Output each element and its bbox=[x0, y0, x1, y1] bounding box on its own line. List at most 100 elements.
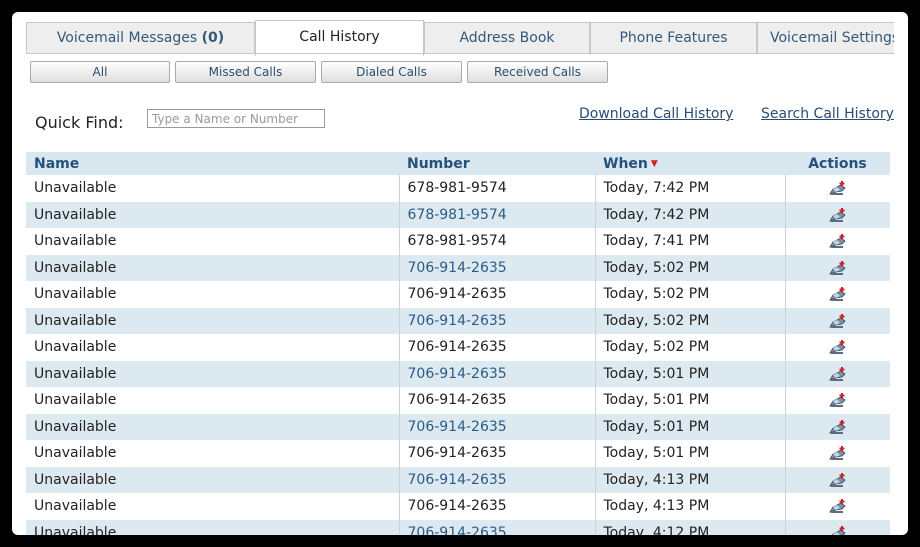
table-row: Unavailable 678-981-9574 Today, 7:42 PM bbox=[26, 201, 890, 228]
tab-label: Phone Features bbox=[619, 30, 728, 46]
tab-divider bbox=[26, 53, 894, 54]
caller-name: Unavailable bbox=[34, 445, 117, 462]
call-time: Today, 4:13 PM bbox=[594, 466, 785, 493]
phone-add-icon[interactable] bbox=[828, 471, 848, 489]
filter-dialed-calls-button[interactable]: Dialed Calls bbox=[321, 61, 462, 83]
actions-cell bbox=[784, 307, 890, 334]
caller-name: Unavailable bbox=[34, 498, 117, 515]
column-header-actions: Actions bbox=[785, 152, 890, 175]
phone-number[interactable]: 706-914-2635 bbox=[398, 413, 595, 440]
phone-add-icon[interactable] bbox=[828, 391, 848, 409]
call-time: Today, 4:13 PM bbox=[594, 493, 785, 520]
tab-address-book[interactable]: Address Book bbox=[424, 22, 590, 53]
phone-number[interactable]: 706-914-2635 bbox=[398, 440, 595, 467]
filter-received-calls-button[interactable]: Received Calls bbox=[467, 61, 608, 83]
call-time: Today, 5:01 PM bbox=[594, 413, 785, 440]
phone-number[interactable]: 706-914-2635 bbox=[398, 466, 595, 493]
call-time: Today, 5:01 PM bbox=[594, 360, 785, 387]
tab-voicemail-messages[interactable]: Voicemail Messages (0) bbox=[26, 22, 255, 53]
actions-cell bbox=[784, 254, 890, 281]
actions-cell bbox=[784, 519, 890, 535]
phone-number[interactable]: 706-914-2635 bbox=[398, 334, 595, 361]
phone-add-icon[interactable] bbox=[828, 312, 848, 330]
quick-find-label: Quick Find: bbox=[35, 113, 124, 132]
table-row: Unavailable 706-914-2635 Today, 5:02 PM bbox=[26, 281, 890, 308]
call-time: Today, 5:01 PM bbox=[594, 387, 785, 414]
phone-number[interactable]: 706-914-2635 bbox=[398, 387, 595, 414]
tab-label: Call History bbox=[299, 29, 380, 45]
phone-add-icon[interactable] bbox=[828, 444, 848, 462]
caller-name: Unavailable bbox=[26, 466, 399, 493]
table-row: Unavailable 706-914-2635 Today, 5:02 PM bbox=[26, 334, 890, 361]
phone-add-icon[interactable] bbox=[828, 524, 848, 535]
phone-number[interactable]: 706-914-2635 bbox=[398, 281, 595, 308]
phone-add-icon[interactable] bbox=[828, 232, 848, 250]
column-header-when[interactable]: When ▼ bbox=[595, 152, 785, 175]
screen-frame: Voicemail Messages (0) Call History Addr… bbox=[12, 12, 908, 535]
table-row: Unavailable 706-914-2635 Today, 4:12 PM bbox=[26, 519, 890, 535]
caller-name: Unavailable bbox=[26, 254, 399, 281]
tab-call-history[interactable]: Call History bbox=[255, 20, 424, 56]
phone-number[interactable]: 706-914-2635 bbox=[398, 493, 595, 520]
table-row: Unavailable 678-981-9574 Today, 7:41 PM bbox=[26, 228, 890, 255]
call-time: Today, 7:42 PM bbox=[594, 175, 785, 202]
caller-name: Unavailable bbox=[26, 360, 399, 387]
call-time: Today, 7:41 PM bbox=[594, 228, 785, 255]
tab-label: Voicemail Messages bbox=[56, 30, 198, 46]
search-call-history-link[interactable]: Search Call History bbox=[761, 106, 894, 122]
phone-number[interactable]: 678-981-9574 bbox=[398, 175, 595, 202]
table-row: Unavailable 706-914-2635 Today, 5:01 PM bbox=[26, 413, 890, 440]
filter-all-button[interactable]: All bbox=[30, 61, 170, 83]
phone-number[interactable]: 706-914-2635 bbox=[398, 519, 595, 535]
table-row: Unavailable 706-914-2635 Today, 5:01 PM bbox=[26, 360, 890, 387]
phone-number[interactable]: 706-914-2635 bbox=[398, 307, 595, 334]
actions-cell bbox=[784, 493, 890, 520]
caller-name: Unavailable bbox=[26, 413, 399, 440]
call-time: Today, 5:02 PM bbox=[594, 334, 785, 361]
column-header-number[interactable]: Number bbox=[399, 152, 595, 175]
phone-add-icon[interactable] bbox=[828, 338, 848, 356]
call-history-panel: Voicemail Messages (0) Call History Addr… bbox=[26, 20, 894, 535]
phone-add-icon[interactable] bbox=[828, 497, 848, 515]
phone-add-icon[interactable] bbox=[828, 206, 848, 224]
caller-name: Unavailable bbox=[34, 233, 117, 250]
tab-phone-features[interactable]: Phone Features bbox=[590, 22, 757, 53]
table-row: Unavailable 706-914-2635 Today, 5:02 PM bbox=[26, 307, 890, 334]
filter-missed-calls-button[interactable]: Missed Calls bbox=[175, 61, 316, 83]
actions-cell bbox=[784, 440, 890, 467]
table-row: Unavailable 706-914-2635 Today, 5:01 PM bbox=[26, 440, 890, 467]
actions-cell bbox=[784, 387, 890, 414]
tab-bar: Voicemail Messages (0) Call History Addr… bbox=[26, 20, 894, 56]
phone-add-icon[interactable] bbox=[828, 179, 848, 197]
table-row: Unavailable 678-981-9574 Today, 7:42 PM bbox=[26, 175, 890, 202]
phone-add-icon[interactable] bbox=[828, 259, 848, 277]
caller-name: Unavailable bbox=[26, 519, 399, 535]
phone-number[interactable]: 706-914-2635 bbox=[398, 254, 595, 281]
phone-add-icon[interactable] bbox=[828, 285, 848, 303]
call-time: Today, 5:02 PM bbox=[594, 281, 785, 308]
actions-cell bbox=[784, 334, 890, 361]
tab-label: Address Book bbox=[459, 30, 555, 46]
sort-descending-icon: ▼ bbox=[650, 158, 658, 169]
quick-find-input[interactable] bbox=[147, 109, 325, 128]
table-header-row: Name Number When ▼ Actions bbox=[26, 152, 890, 175]
phone-add-icon[interactable] bbox=[828, 418, 848, 436]
phone-number[interactable]: 706-914-2635 bbox=[398, 360, 595, 387]
actions-cell bbox=[784, 201, 890, 228]
column-header-name[interactable]: Name bbox=[26, 152, 399, 175]
caller-name: Unavailable bbox=[34, 180, 117, 197]
voicemail-count: (0) bbox=[201, 30, 225, 46]
phone-number[interactable]: 678-981-9574 bbox=[398, 201, 595, 228]
phone-add-icon[interactable] bbox=[828, 365, 848, 383]
table-row: Unavailable 706-914-2635 Today, 5:02 PM bbox=[26, 254, 890, 281]
download-call-history-link[interactable]: Download Call History bbox=[579, 106, 733, 122]
actions-cell bbox=[784, 281, 890, 308]
call-time: Today, 5:01 PM bbox=[594, 440, 785, 467]
actions-cell bbox=[784, 360, 890, 387]
phone-number[interactable]: 678-981-9574 bbox=[398, 228, 595, 255]
actions-cell bbox=[784, 175, 890, 202]
call-history-table: Name Number When ▼ Actions Unavailable 678… bbox=[26, 152, 890, 535]
tab-voicemail-settings[interactable]: Voicemail Settings bbox=[757, 22, 894, 53]
call-time: Today, 7:42 PM bbox=[594, 201, 785, 228]
tab-label: Voicemail Settings bbox=[770, 30, 894, 46]
